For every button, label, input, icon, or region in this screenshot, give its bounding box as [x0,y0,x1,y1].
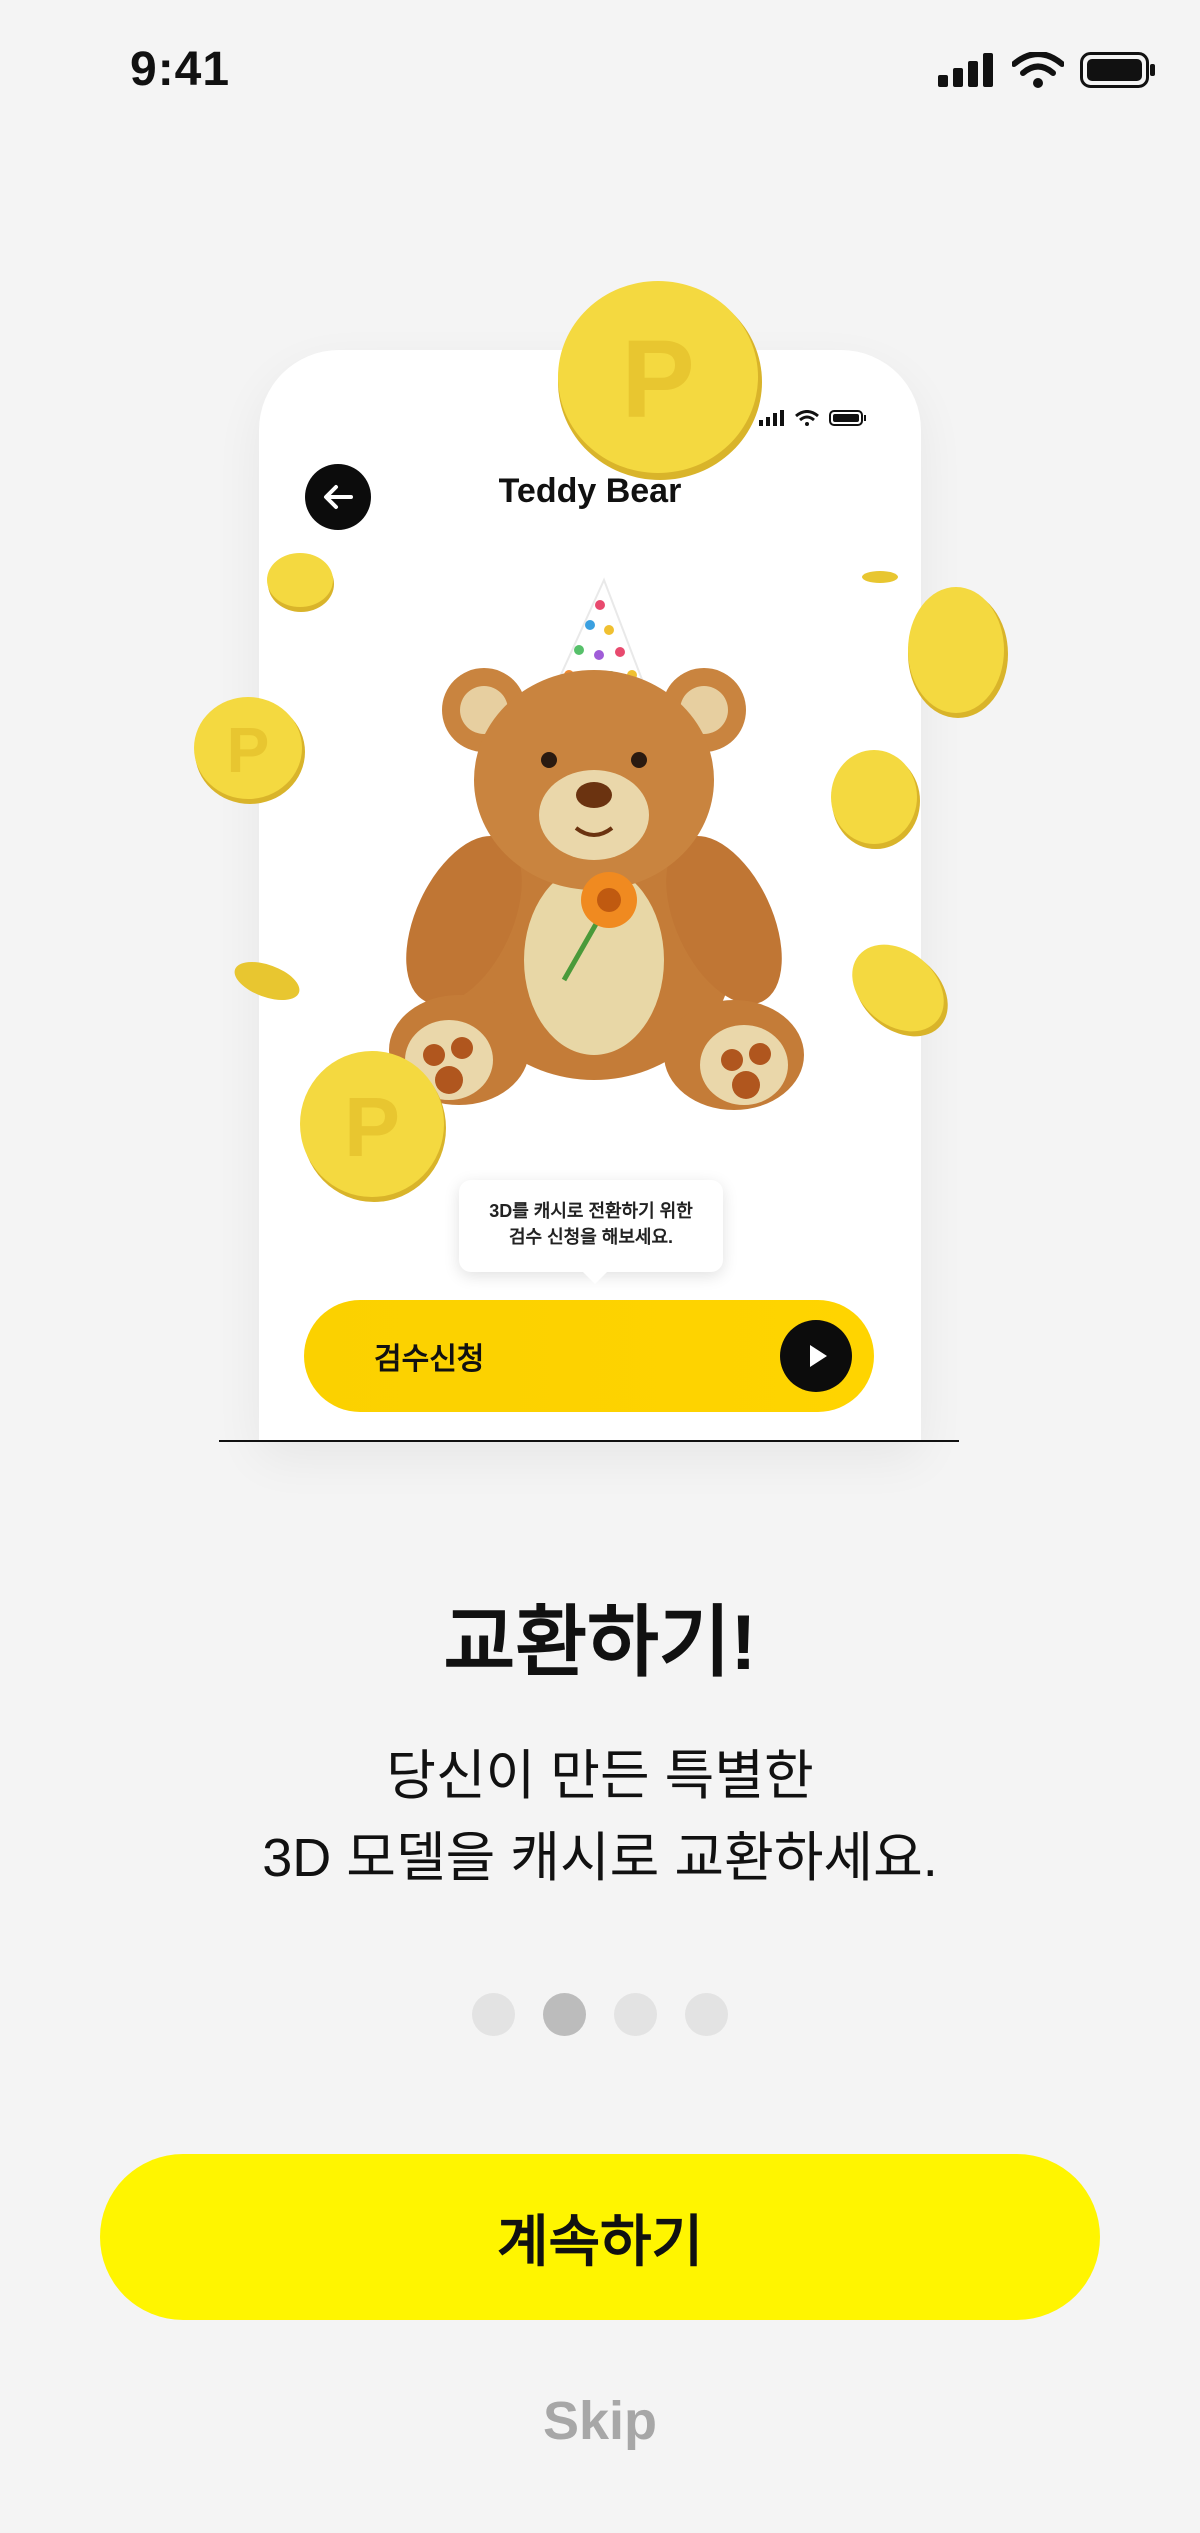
phone-status-icons [759,410,867,426]
battery-icon [1080,52,1155,88]
onboarding-subtitle: 당신이 만든 특별한 3D 모델을 캐시로 교환하세요. [0,1735,1200,1899]
status-icons [938,52,1156,88]
tooltip-line-1: 3D를 캐시로 전환하기 위한 [489,1201,693,1221]
product-title: Teddy Bear [498,472,682,510]
status-time: 9:41 [130,43,231,96]
subtitle-line-1: 당신이 만든 특별한 [386,1746,814,1806]
page-dot-4[interactable] [685,1993,728,2036]
inspection-request-label: 검수신청 [374,1343,485,1376]
page-dot-2-active[interactable] [543,1993,586,2036]
phone-mockup: Teddy Bear 3D를 캐시로 전환하기 위한 검수 신청을 해보세요. … [259,350,921,1440]
continue-button[interactable]: 계속하기 [100,2154,1100,2320]
play-icon [780,1320,852,1392]
coin-icon [908,587,1008,718]
inspection-tooltip: 3D를 캐시로 전환하기 위한 검수 신청을 해보세요. [459,1180,723,1284]
tooltip-line-2: 검수 신청을 해보세요. [508,1227,674,1247]
skip-link[interactable]: Skip [0,2390,1200,2452]
page-dot-1[interactable] [472,1993,515,2036]
signal-icon [759,410,784,426]
onboarding-headline: 교환하기! [443,1598,757,1686]
wifi-icon [795,410,819,426]
mockup-baseline [219,1440,959,1442]
page-dot-3[interactable] [614,1993,657,2036]
signal-icon [938,53,993,87]
teddy-bear-illustration [389,577,804,1110]
battery-icon [829,410,866,426]
page-indicator [472,1993,728,2036]
subtitle-line-2: 3D 모델을 캐시로 교환하세요. [262,1828,938,1888]
wifi-icon [1012,52,1064,88]
inspection-request-button[interactable]: 검수신청 [304,1300,874,1412]
status-bar: 9:41 [0,0,1200,150]
